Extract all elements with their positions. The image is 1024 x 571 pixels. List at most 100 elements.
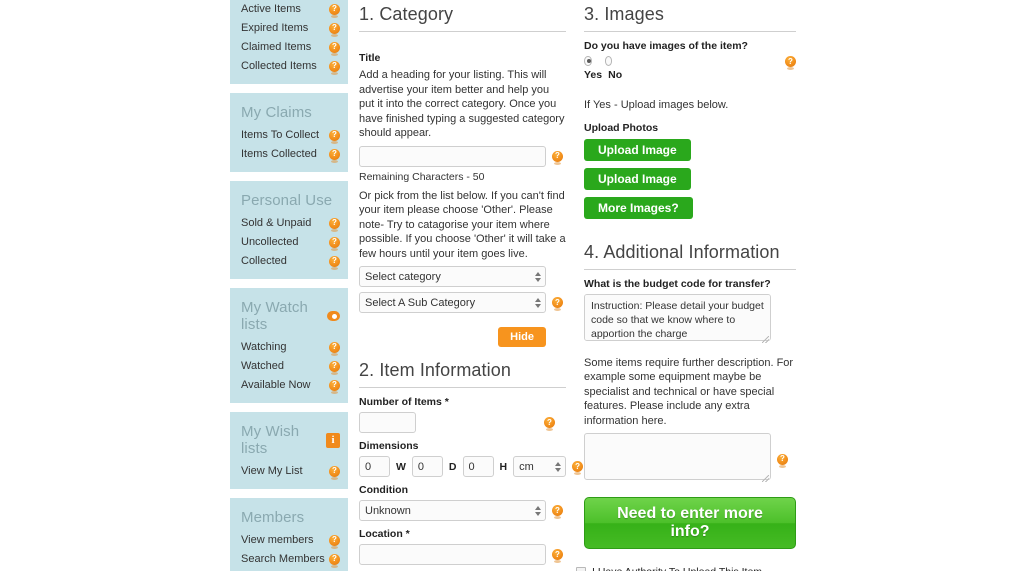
pick-from-list-text: Or pick from the list below. If you can'… xyxy=(359,189,566,260)
help-icon[interactable] xyxy=(329,553,340,568)
help-icon[interactable] xyxy=(329,379,340,394)
sidebar-item-uncollected[interactable]: Uncollected xyxy=(241,233,340,252)
help-icon[interactable] xyxy=(329,255,340,270)
description-textarea-wrap xyxy=(584,433,771,485)
help-icon[interactable] xyxy=(329,341,340,356)
location-label: Location * xyxy=(359,527,566,541)
sidebar-item-label: Claimed Items xyxy=(241,41,312,53)
help-icon[interactable] xyxy=(329,465,340,480)
more-images-button[interactable]: More Images? xyxy=(584,196,693,219)
help-icon[interactable] xyxy=(329,148,340,163)
help-icon[interactable] xyxy=(329,129,340,144)
help-icon[interactable] xyxy=(329,22,340,37)
sidebar-group-my-wish-lists: My Wish lists i View My List xyxy=(230,412,348,489)
sidebar-item-claimed-items[interactable]: Claimed Items xyxy=(241,38,340,57)
hide-button[interactable]: Hide xyxy=(498,327,546,347)
sidebar-item-label: View My List xyxy=(241,465,303,477)
help-icon[interactable] xyxy=(329,60,340,75)
sidebar-item-view-members[interactable]: View members xyxy=(241,531,340,550)
help-icon[interactable] xyxy=(572,461,584,475)
sidebar-item-available-now[interactable]: Available Now xyxy=(241,376,340,395)
sidebar-group-title: My Claims xyxy=(241,104,312,121)
help-icon[interactable] xyxy=(777,453,788,468)
description-note: Some items require further description. … xyxy=(584,356,794,427)
sidebar-group-title: My Wish lists i xyxy=(241,416,340,462)
help-icon[interactable] xyxy=(544,417,555,431)
help-icon[interactable] xyxy=(329,41,340,56)
location-label-text: Location xyxy=(359,528,403,540)
sidebar-item-label: Watched xyxy=(241,360,285,372)
sidebar-item-sold-and-unpaid[interactable]: Sold & Unpaid xyxy=(241,214,340,233)
help-icon[interactable] xyxy=(785,56,796,70)
number-of-items-input[interactable] xyxy=(359,412,416,433)
sidebar-item-label: Uncollected xyxy=(241,236,299,248)
authority-checkbox[interactable] xyxy=(576,567,586,571)
help-icon[interactable] xyxy=(552,297,563,311)
subcategory-select[interactable]: Select A Sub Category xyxy=(359,292,546,313)
images-no-label: No xyxy=(608,69,623,81)
upload-image-button-1[interactable]: Upload Image xyxy=(584,138,691,161)
sidebar-item-collected[interactable]: Collected xyxy=(241,252,340,271)
help-icon[interactable] xyxy=(329,236,340,251)
condition-select[interactable]: Unknown xyxy=(359,500,546,521)
sidebar-item-label: Items Collected xyxy=(241,148,317,160)
images-no-radio[interactable] xyxy=(604,56,612,66)
sidebar-item-view-my-list[interactable]: View My List xyxy=(241,462,340,481)
images-yes-radio[interactable] xyxy=(584,56,592,66)
need-more-info-button[interactable]: Need to enter more info? xyxy=(584,497,796,549)
help-icon[interactable] xyxy=(329,217,340,232)
help-icon[interactable] xyxy=(329,534,340,549)
location-input[interactable] xyxy=(359,544,546,565)
sidebar-item-label: Available Now xyxy=(241,379,311,391)
sidebar-item-items-to-collect[interactable]: Items To Collect xyxy=(241,126,340,145)
budget-code-textarea[interactable] xyxy=(584,293,771,341)
help-icon[interactable] xyxy=(552,505,563,519)
dimension-depth-input[interactable] xyxy=(411,456,443,477)
sidebar-item-label: Sold & Unpaid xyxy=(241,217,312,229)
description-textarea[interactable] xyxy=(584,433,771,480)
sidebar-item-items-collected[interactable]: Items Collected xyxy=(241,145,340,164)
category-select[interactable]: Select category xyxy=(359,266,546,287)
unit-select[interactable]: cm xyxy=(513,456,567,477)
if-yes-note: If Yes - Upload images below. xyxy=(584,99,729,111)
remaining-characters: Remaining Characters - 50 xyxy=(359,170,485,183)
sidebar-item-watched[interactable]: Watched xyxy=(241,357,340,376)
help-icon[interactable] xyxy=(552,150,563,165)
sidebar-item-expired-items[interactable]: Expired Items xyxy=(241,19,340,38)
sidebar: Active Items Expired Items Claimed Items… xyxy=(230,0,348,571)
sidebar-item-active-items[interactable]: Active Items xyxy=(241,0,340,19)
number-of-items-label-text: Number of Items xyxy=(359,396,442,408)
sidebar-group-my-watch-lists: My Watch lists Watching Watched Availabl… xyxy=(230,288,348,403)
sidebar-item-label: Watching xyxy=(241,341,287,353)
unit-select-wrap: cm xyxy=(513,456,567,477)
sidebar-item-label: Collected Items xyxy=(241,60,317,72)
info-icon: i xyxy=(326,432,340,448)
number-of-items-label: Number of Items * xyxy=(359,395,566,409)
sidebar-group-items: Active Items Expired Items Claimed Items… xyxy=(230,0,348,84)
sidebar-item-label: Items To Collect xyxy=(241,129,320,141)
upload-image-button-2[interactable]: Upload Image xyxy=(584,167,691,190)
help-icon[interactable] xyxy=(552,549,563,563)
item-information-heading: 2. Item Information xyxy=(359,356,566,388)
dimension-depth-unit: D xyxy=(448,460,457,473)
help-icon[interactable] xyxy=(329,360,340,375)
sidebar-item-watching[interactable]: Watching xyxy=(241,338,340,357)
dimensions-label: Dimensions xyxy=(359,440,419,452)
dimension-width-input[interactable] xyxy=(359,456,390,477)
help-icon[interactable] xyxy=(329,3,340,18)
sidebar-group-title: Personal Use xyxy=(241,192,333,209)
category-select-wrap: Select category xyxy=(359,266,546,287)
additional-information-heading: 4. Additional Information xyxy=(584,238,796,270)
dimension-width-unit: W xyxy=(396,460,406,473)
dimension-height-input[interactable] xyxy=(462,456,494,477)
title-help-text: Add a heading for your listing. This wil… xyxy=(359,69,565,139)
right-column: 3. Images Do you have images of the item… xyxy=(576,0,796,571)
sidebar-group-personal-use: Personal Use Sold & Unpaid Uncollected C… xyxy=(230,181,348,279)
authority-checkbox-label: I Have Authority To Upload This Item xyxy=(592,566,762,571)
sidebar-item-search-members[interactable]: Search Members xyxy=(241,550,340,569)
sidebar-group-title: Members xyxy=(241,509,305,526)
images-heading: 3. Images xyxy=(584,0,796,32)
title-input[interactable] xyxy=(359,145,546,167)
sidebar-item-collected-items[interactable]: Collected Items xyxy=(241,57,340,76)
sidebar-group-my-claims: My Claims Items To Collect Items Collect… xyxy=(230,93,348,172)
